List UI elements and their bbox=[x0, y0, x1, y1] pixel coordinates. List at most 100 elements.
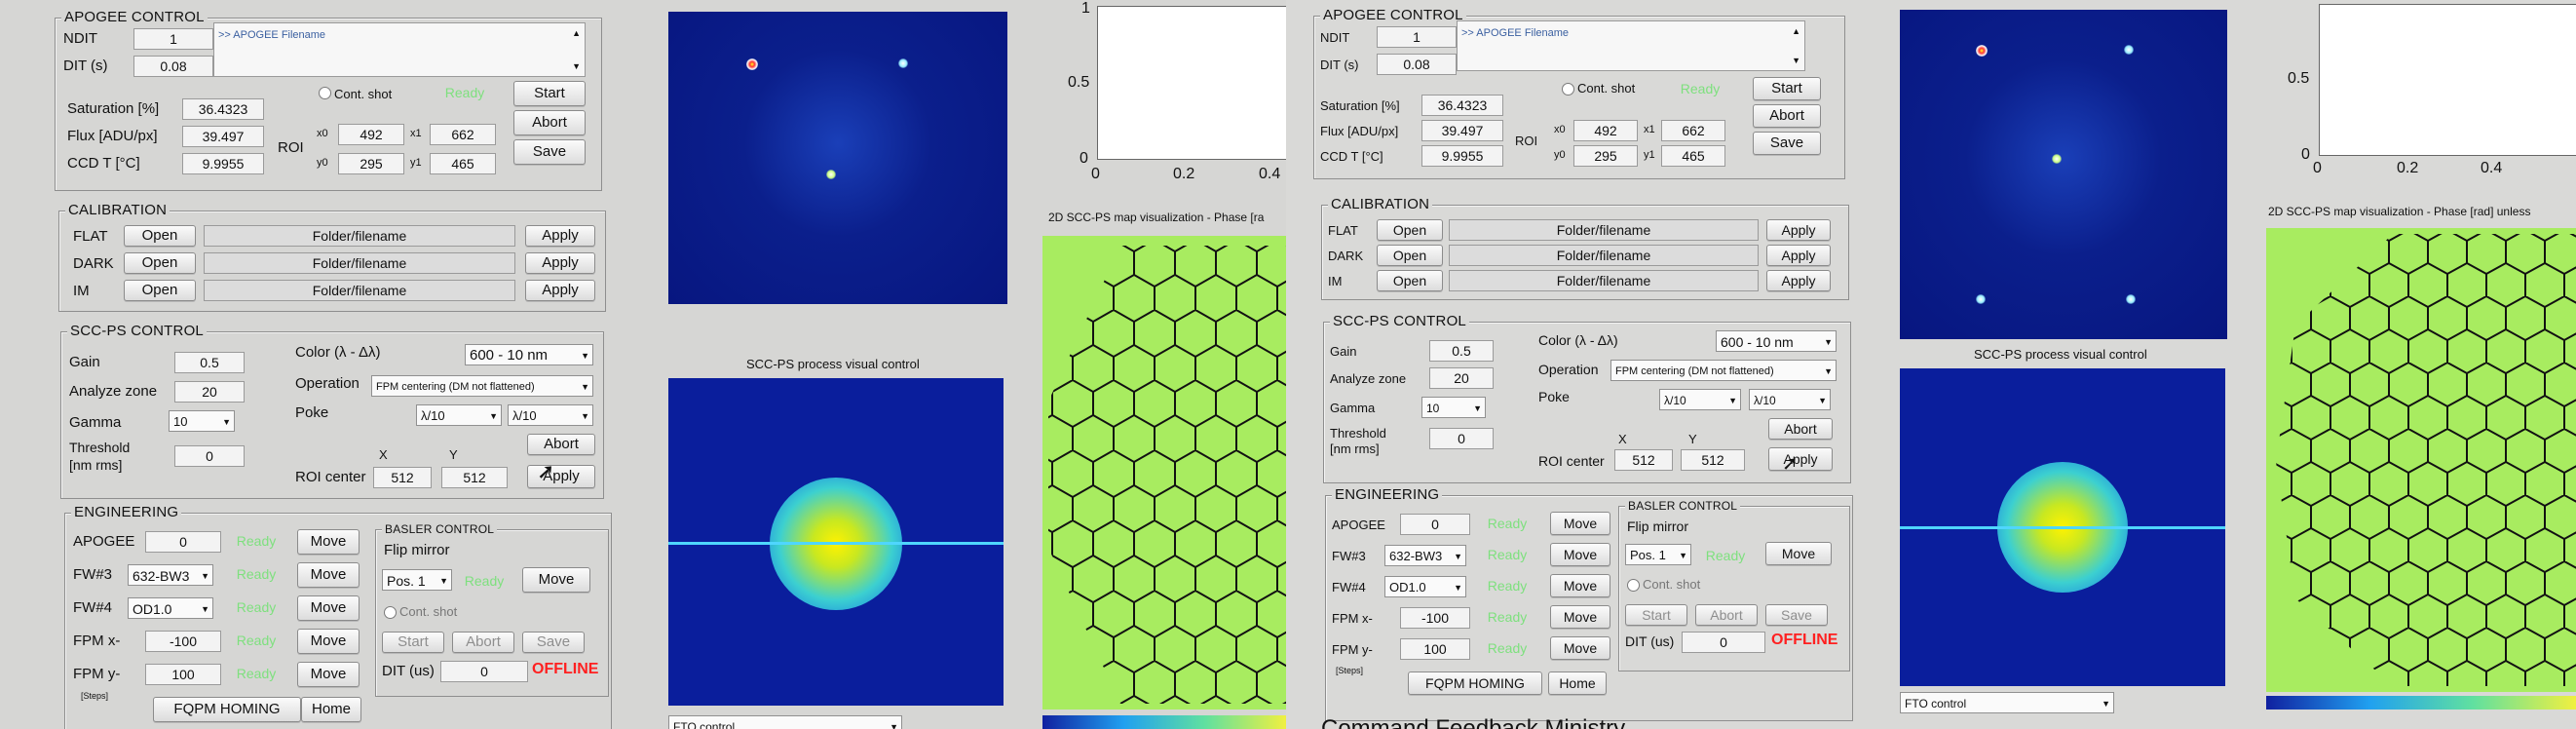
fpm-x-field[interactable]: -100 bbox=[145, 631, 221, 652]
flip-mirror-move-button[interactable]: Move bbox=[522, 567, 590, 593]
im-open-button[interactable]: Open bbox=[124, 280, 196, 301]
poke-select-a[interactable]: λ/10 ▼ bbox=[416, 404, 502, 426]
gamma-select[interactable]: 10 ▼ bbox=[1421, 397, 1486, 418]
fw4-move-button[interactable]: Move bbox=[297, 595, 360, 621]
basler-cont-shot-radio[interactable] bbox=[384, 606, 397, 619]
dit-field[interactable]: 0.08 bbox=[1377, 54, 1457, 75]
y0-field[interactable]: 295 bbox=[338, 153, 404, 174]
basler-cont-shot-radio[interactable] bbox=[1627, 579, 1640, 592]
basler-save-button[interactable]: Save bbox=[1765, 604, 1828, 626]
fqpm-homing-button[interactable]: FQPM HOMING bbox=[1408, 671, 1542, 695]
im-file-field[interactable]: Folder/filename bbox=[1449, 270, 1759, 291]
threshold-field[interactable]: 0 bbox=[1429, 428, 1494, 449]
x0-field[interactable]: 492 bbox=[338, 124, 404, 145]
fw4-select[interactable]: OD1.0 ▼ bbox=[128, 597, 213, 619]
fpm-x-field[interactable]: -100 bbox=[1400, 607, 1470, 629]
basler-start-button[interactable]: Start bbox=[1625, 604, 1687, 626]
im-apply-button[interactable]: Apply bbox=[1766, 270, 1831, 291]
dark-apply-button[interactable]: Apply bbox=[1766, 245, 1831, 266]
flat-file-field[interactable]: Folder/filename bbox=[1449, 219, 1759, 241]
apogee-save-button[interactable]: Save bbox=[513, 139, 586, 165]
poke-select-b[interactable]: λ/10 ▼ bbox=[1749, 389, 1831, 410]
fw3-select[interactable]: 632-BW3 ▼ bbox=[128, 564, 213, 586]
fw4-move-button[interactable]: Move bbox=[1550, 574, 1610, 597]
flip-mirror-select[interactable]: Pos. 1 ▼ bbox=[1625, 544, 1691, 565]
operation-select[interactable]: FPM centering (DM not flattened) ▼ bbox=[371, 375, 593, 397]
operation-select[interactable]: FPM centering (DM not flattened) ▼ bbox=[1610, 360, 1837, 381]
color-select[interactable]: 600 - 10 nm ▼ bbox=[465, 344, 593, 365]
roi-center-x-field[interactable]: 512 bbox=[1614, 449, 1673, 471]
engineering-home-button[interactable]: Home bbox=[1548, 671, 1607, 695]
apogee-filename-field[interactable]: >> APOGEE Filename ▲ ▼ bbox=[1457, 20, 1805, 71]
fpm-y-move-button[interactable]: Move bbox=[1550, 636, 1610, 660]
flip-mirror-select[interactable]: Pos. 1 ▼ bbox=[382, 569, 452, 591]
analyze-zone-field[interactable]: 20 bbox=[174, 381, 245, 403]
fw3-move-button[interactable]: Move bbox=[1550, 543, 1610, 566]
apogee-position-field[interactable]: 0 bbox=[1400, 514, 1470, 535]
apogee-move-button[interactable]: Move bbox=[297, 529, 360, 555]
dit-field[interactable]: 0.08 bbox=[133, 56, 213, 77]
dark-open-button[interactable]: Open bbox=[1377, 245, 1443, 266]
sccps-abort-button[interactable]: Abort bbox=[527, 434, 595, 455]
color-select[interactable]: 600 - 10 nm ▼ bbox=[1716, 330, 1837, 352]
apogee-start-button[interactable]: Start bbox=[513, 81, 586, 106]
dark-file-field[interactable]: Folder/filename bbox=[204, 252, 515, 274]
apogee-abort-button[interactable]: Abort bbox=[1753, 104, 1821, 128]
scroll-down-icon[interactable]: ▼ bbox=[1792, 51, 1800, 70]
basler-start-button[interactable]: Start bbox=[382, 632, 444, 653]
apogee-abort-button[interactable]: Abort bbox=[513, 110, 586, 135]
fpm-y-move-button[interactable]: Move bbox=[297, 662, 360, 687]
im-apply-button[interactable]: Apply bbox=[525, 280, 595, 301]
gain-field[interactable]: 0.5 bbox=[1429, 340, 1494, 362]
scroll-down-icon[interactable]: ▼ bbox=[572, 57, 581, 76]
fpm-y-field[interactable]: 100 bbox=[1400, 638, 1470, 660]
ndit-field[interactable]: 1 bbox=[1377, 26, 1457, 48]
fto-control-select[interactable]: FTO control ▼ bbox=[1900, 692, 2114, 713]
flat-file-field[interactable]: Folder/filename bbox=[204, 225, 515, 247]
fpm-x-move-button[interactable]: Move bbox=[1550, 605, 1610, 629]
scroll-up-icon[interactable]: ▲ bbox=[1792, 21, 1800, 41]
dark-file-field[interactable]: Folder/filename bbox=[1449, 245, 1759, 266]
apogee-save-button[interactable]: Save bbox=[1753, 132, 1821, 155]
fw3-move-button[interactable]: Move bbox=[297, 562, 360, 588]
dark-open-button[interactable]: Open bbox=[124, 252, 196, 274]
y1-field[interactable]: 465 bbox=[430, 153, 496, 174]
roi-center-y-field[interactable]: 512 bbox=[1681, 449, 1745, 471]
engineering-home-button[interactable]: Home bbox=[301, 697, 361, 722]
x0-field[interactable]: 492 bbox=[1573, 120, 1638, 141]
gamma-select[interactable]: 10 ▼ bbox=[169, 410, 235, 432]
flat-open-button[interactable]: Open bbox=[1377, 219, 1443, 241]
roi-center-y-field[interactable]: 512 bbox=[441, 467, 508, 488]
cont-shot-radio[interactable] bbox=[319, 87, 331, 99]
y0-field[interactable]: 295 bbox=[1573, 145, 1638, 167]
apogee-filename-field[interactable]: >> APOGEE Filename ▲ ▼ bbox=[213, 22, 586, 77]
im-open-button[interactable]: Open bbox=[1377, 270, 1443, 291]
gain-field[interactable]: 0.5 bbox=[174, 352, 245, 373]
poke-select-b[interactable]: λ/10 ▼ bbox=[508, 404, 593, 426]
x1-field[interactable]: 662 bbox=[430, 124, 496, 145]
basler-dit-field[interactable]: 0 bbox=[440, 661, 528, 682]
sccps-abort-button[interactable]: Abort bbox=[1768, 418, 1833, 440]
fqpm-homing-button[interactable]: FQPM HOMING bbox=[153, 697, 301, 722]
fpm-y-field[interactable]: 100 bbox=[145, 664, 221, 685]
fw4-select[interactable]: OD1.0 ▼ bbox=[1384, 576, 1466, 597]
fpm-x-move-button[interactable]: Move bbox=[297, 629, 360, 654]
ndit-field[interactable]: 1 bbox=[133, 28, 213, 50]
basler-save-button[interactable]: Save bbox=[522, 632, 585, 653]
flat-apply-button[interactable]: Apply bbox=[525, 225, 595, 247]
roi-center-apply-button[interactable]: Apply bbox=[1768, 447, 1833, 471]
fw3-select[interactable]: 632-BW3 ▼ bbox=[1384, 545, 1466, 566]
scroll-up-icon[interactable]: ▲ bbox=[572, 23, 581, 43]
analyze-zone-field[interactable]: 20 bbox=[1429, 367, 1494, 389]
flat-apply-button[interactable]: Apply bbox=[1766, 219, 1831, 241]
x1-field[interactable]: 662 bbox=[1661, 120, 1725, 141]
basler-abort-button[interactable]: Abort bbox=[1695, 604, 1758, 626]
cont-shot-radio[interactable] bbox=[1562, 83, 1574, 96]
roi-center-x-field[interactable]: 512 bbox=[373, 467, 432, 488]
apogee-start-button[interactable]: Start bbox=[1753, 77, 1821, 100]
apogee-move-button[interactable]: Move bbox=[1550, 512, 1610, 535]
fto-control-select[interactable]: FTO control ▼ bbox=[668, 715, 902, 729]
im-file-field[interactable]: Folder/filename bbox=[204, 280, 515, 301]
basler-abort-button[interactable]: Abort bbox=[452, 632, 514, 653]
flip-mirror-move-button[interactable]: Move bbox=[1765, 542, 1832, 565]
